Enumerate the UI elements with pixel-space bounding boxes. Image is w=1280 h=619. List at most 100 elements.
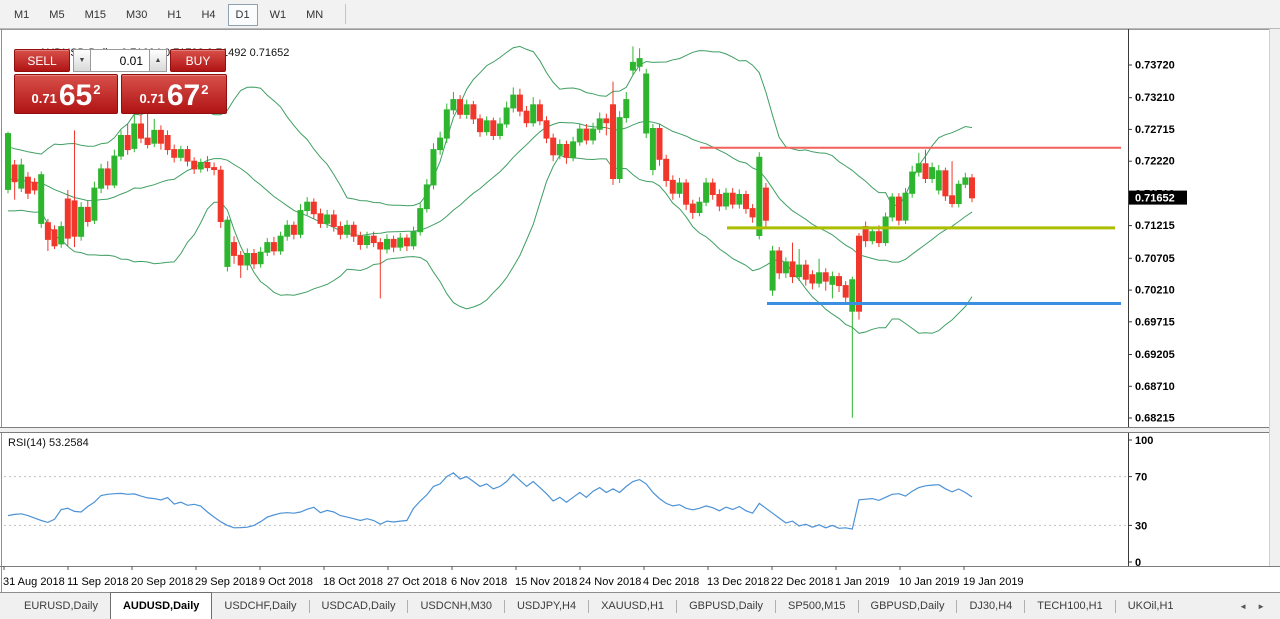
timeframe-h1[interactable]: H1 — [159, 4, 189, 26]
candle — [423, 184, 430, 210]
tab-gbpusd-daily[interactable]: GBPUSD,Daily — [677, 593, 775, 619]
candle — [962, 177, 969, 185]
candle — [51, 229, 58, 247]
candle — [762, 187, 769, 221]
candle — [403, 237, 410, 247]
tab-ukoil-h1[interactable]: UKOil,H1 — [1116, 593, 1186, 619]
candle — [310, 201, 317, 215]
candle — [842, 285, 849, 298]
candle — [769, 250, 776, 291]
current-price-badge: 0.71652 — [1129, 190, 1187, 205]
date-tick-label: 11 Sep 2018 — [67, 576, 129, 588]
sell-price-button[interactable]: 0.71 65 2 — [14, 74, 118, 114]
candle — [869, 231, 876, 242]
rsi-value: 53.2584 — [48, 437, 89, 449]
candle — [669, 179, 676, 194]
rsi-scale-label: 0 — [1135, 557, 1141, 569]
candle — [330, 214, 337, 227]
tab-dj30-h4[interactable]: DJ30,H4 — [957, 593, 1024, 619]
tab-xauusd-h1[interactable]: XAUUSD,H1 — [589, 593, 676, 619]
tab-audusd-daily[interactable]: AUDUSD,Daily — [109, 592, 213, 619]
candle — [683, 182, 690, 205]
candle — [782, 261, 789, 274]
candle — [676, 182, 683, 194]
candle — [649, 128, 656, 170]
candle — [244, 253, 251, 266]
timeframe-h4[interactable]: H4 — [193, 4, 223, 26]
tab-usdcnh-m30[interactable]: USDCNH,M30 — [408, 593, 504, 619]
candle — [816, 272, 823, 284]
date-tick-label: 1 Jan 2019 — [835, 576, 889, 588]
candle — [822, 272, 829, 282]
price-tick-label: 0.72715 — [1135, 124, 1175, 136]
current-price-value: 0.71652 — [1135, 193, 1175, 205]
timeframe-toolbar: M1 M5 M15 M30 H1 H4 D1 W1 MN — [0, 0, 1280, 29]
volume-input[interactable]: 0.01 — [91, 49, 149, 72]
candle — [197, 162, 204, 170]
volume-down-button[interactable]: ▼ — [73, 49, 91, 72]
caret-down-icon: ▼ — [78, 57, 86, 64]
sell-button[interactable]: SELL — [14, 49, 70, 72]
tabs-scroll-left-icon[interactable]: ◄ — [1234, 602, 1252, 611]
tab-tech100-h1[interactable]: TECH100,H1 — [1025, 593, 1114, 619]
tab-usdjpy-h4[interactable]: USDJPY,H4 — [505, 593, 588, 619]
candle — [237, 254, 244, 266]
candle — [969, 177, 975, 199]
candle — [523, 110, 530, 124]
candle — [510, 94, 517, 109]
candle — [231, 242, 237, 256]
candle — [889, 196, 896, 218]
candle — [729, 192, 736, 205]
date-tick-label: 29 Sep 2018 — [195, 576, 257, 588]
tab-sp500-m15[interactable]: SP500,M15 — [776, 593, 857, 619]
timeframe-m30[interactable]: M30 — [118, 4, 155, 26]
candle — [716, 194, 723, 207]
timeframe-m5[interactable]: M5 — [41, 4, 72, 26]
price-axis[interactable]: 0.737200.732100.727150.722200.717100.712… — [1128, 60, 1175, 425]
candle — [915, 163, 922, 173]
candle — [749, 208, 756, 218]
candle — [64, 198, 71, 239]
candle — [171, 149, 178, 158]
candle — [430, 149, 437, 186]
candle — [570, 141, 577, 158]
candle — [875, 231, 882, 244]
timeframe-m1[interactable]: M1 — [6, 4, 37, 26]
tabs-scroll-right-icon[interactable]: ► — [1252, 602, 1270, 611]
price-tick-label: 0.69205 — [1135, 349, 1175, 361]
volume-up-button[interactable]: ▲ — [149, 49, 167, 72]
candle — [284, 224, 291, 237]
candle — [317, 213, 324, 224]
timeframe-m15[interactable]: M15 — [77, 4, 114, 26]
candle — [935, 170, 942, 191]
candle — [397, 237, 404, 248]
candle — [490, 120, 497, 137]
tab-usdcad-daily[interactable]: USDCAD,Daily — [310, 593, 408, 619]
buy-price-button[interactable]: 0.71 67 2 — [121, 74, 227, 114]
price-tick-label: 0.71215 — [1135, 220, 1175, 232]
date-tick-label: 6 Nov 2018 — [451, 576, 507, 588]
tab-gbpusd-daily[interactable]: GBPUSD,Daily — [859, 593, 957, 619]
candle — [270, 242, 277, 252]
candle — [304, 201, 311, 211]
timeframe-d1[interactable]: D1 — [227, 4, 258, 26]
candle — [902, 192, 909, 221]
candle — [5, 133, 11, 190]
date-tick-label: 27 Oct 2018 — [387, 576, 447, 588]
buy-button[interactable]: BUY — [170, 49, 226, 72]
candle — [324, 214, 331, 224]
candle — [297, 210, 304, 235]
candle — [11, 164, 18, 183]
candle — [457, 99, 464, 115]
tab-usdchf-daily[interactable]: USDCHF,Daily — [212, 593, 308, 619]
timeframe-w1[interactable]: W1 — [262, 4, 295, 26]
sell-price-sup: 2 — [93, 82, 101, 97]
timeframe-mn[interactable]: MN — [298, 4, 331, 26]
date-axis[interactable]: 31 Aug 2018 11 Sep 2018 20 Sep 2018 29 Sep … — [3, 566, 1024, 588]
candle — [191, 160, 198, 170]
candle — [756, 156, 763, 236]
tab-eurusd-daily[interactable]: EURUSD,Daily — [12, 593, 110, 619]
candle — [251, 253, 257, 265]
candle — [590, 128, 597, 141]
candle — [849, 279, 856, 312]
